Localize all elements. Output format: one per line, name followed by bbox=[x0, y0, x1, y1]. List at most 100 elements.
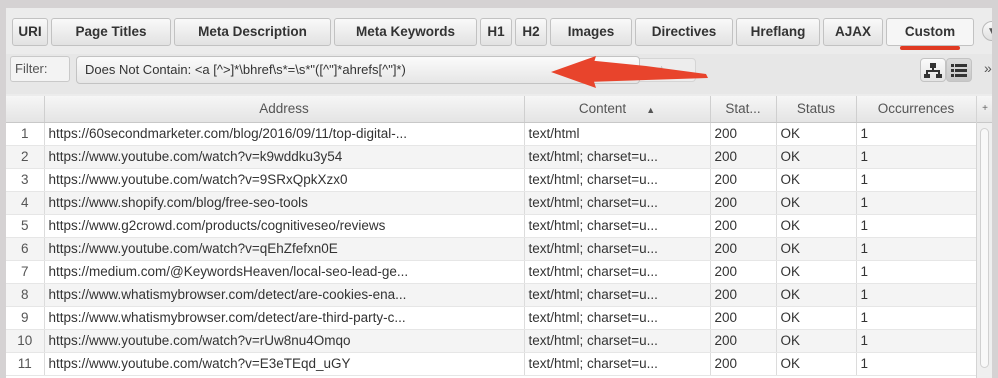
address-cell: https://www.whatismybrowser.com/detect/a… bbox=[44, 283, 525, 307]
tab-custom[interactable]: Custom bbox=[886, 18, 974, 46]
active-tab-underline bbox=[900, 46, 960, 50]
results-table: Address Content ▲ Stat... Status Occurren… bbox=[6, 96, 992, 378]
row-index: 2 bbox=[6, 145, 45, 169]
row-index: 8 bbox=[6, 283, 45, 307]
status-cell: OK bbox=[776, 352, 857, 376]
address-cell: https://medium.com/@KeywordsHeaven/local… bbox=[44, 260, 525, 284]
status-cell: OK bbox=[776, 306, 857, 330]
occurrences-cell: 1 bbox=[856, 283, 977, 307]
column-header-status[interactable]: Status bbox=[776, 96, 857, 123]
content-type-cell: text/html bbox=[524, 122, 711, 146]
table-row[interactable]: 11 https://www.youtube.com/watch?v=E3eTEq… bbox=[6, 352, 977, 376]
tab-ajax[interactable]: AJAX bbox=[823, 18, 883, 46]
column-header-index[interactable] bbox=[6, 96, 45, 123]
column-header-occurrences[interactable]: Occurrences bbox=[856, 96, 977, 123]
address-cell: https://www.youtube.com/watch?v=qEhZfefx… bbox=[44, 237, 525, 261]
status-code-cell: 200 bbox=[710, 237, 777, 261]
row-index: 5 bbox=[6, 214, 45, 238]
tab-hreflang[interactable]: Hreflang bbox=[736, 18, 820, 46]
table-row[interactable]: 7 https://medium.com/@KeywordsHeaven/loca… bbox=[6, 260, 977, 284]
double-chevron-right-icon[interactable]: » bbox=[984, 60, 992, 76]
table-row[interactable]: 8 https://www.whatismybrowser.com/detect/… bbox=[6, 283, 977, 307]
column-header-status-code[interactable]: Stat... bbox=[710, 96, 777, 123]
content-type-cell: text/html; charset=u... bbox=[524, 168, 711, 192]
content-type-cell: text/html; charset=u... bbox=[524, 352, 711, 376]
tab-images[interactable]: Images bbox=[550, 18, 632, 46]
table-row[interactable]: 2 https://www.youtube.com/watch?v=k9wddku… bbox=[6, 145, 977, 169]
status-code-cell: 200 bbox=[710, 122, 777, 146]
chevron-down-icon: ▼ bbox=[987, 26, 992, 37]
column-header-address[interactable]: Address bbox=[44, 96, 525, 123]
tab-uri[interactable]: URI bbox=[12, 18, 48, 46]
column-header-content-label: Content bbox=[578, 101, 627, 117]
row-index: 6 bbox=[6, 237, 45, 261]
column-chooser-icon[interactable]: + bbox=[977, 96, 992, 123]
row-index: 3 bbox=[6, 168, 45, 192]
row-index: 9 bbox=[6, 306, 45, 330]
occurrences-cell: 1 bbox=[856, 352, 977, 376]
content-type-cell: text/html; charset=u... bbox=[524, 329, 711, 353]
table-header-row: Address Content ▲ Stat... Status Occurren… bbox=[6, 96, 977, 123]
address-cell: https://60secondmarketer.com/blog/2016/0… bbox=[44, 122, 525, 146]
status-code-cell: 200 bbox=[710, 191, 777, 215]
status-code-cell: 200 bbox=[710, 260, 777, 284]
status-cell: OK bbox=[776, 214, 857, 238]
hierarchy-icon bbox=[924, 63, 942, 78]
content-type-cell: text/html; charset=u... bbox=[524, 214, 711, 238]
occurrences-cell: 1 bbox=[856, 237, 977, 261]
tab-h2[interactable]: H2 bbox=[515, 18, 547, 46]
list-view-button[interactable] bbox=[946, 58, 972, 82]
occurrences-cell: 1 bbox=[856, 306, 977, 330]
status-cell: OK bbox=[776, 260, 857, 284]
content-type-cell: text/html; charset=u... bbox=[524, 260, 711, 284]
filter-label: Filter: bbox=[10, 56, 70, 82]
status-code-cell: 200 bbox=[710, 168, 777, 192]
content-type-cell: text/html; charset=u... bbox=[524, 283, 711, 307]
status-code-cell: 200 bbox=[710, 214, 777, 238]
status-cell: OK bbox=[776, 168, 857, 192]
table-row[interactable]: 6 https://www.youtube.com/watch?v=qEhZfef… bbox=[6, 237, 977, 261]
address-cell: https://www.youtube.com/watch?v=rUw8nu4O… bbox=[44, 329, 525, 353]
table-row[interactable]: 3 https://www.youtube.com/watch?v=9SRxQpk… bbox=[6, 168, 977, 192]
content-type-cell: text/html; charset=u... bbox=[524, 191, 711, 215]
tab-meta-keywords[interactable]: Meta Keywords bbox=[334, 18, 477, 46]
occurrences-cell: 1 bbox=[856, 260, 977, 284]
content-type-cell: text/html; charset=u... bbox=[524, 237, 711, 261]
vertical-scrollbar[interactable]: + bbox=[976, 96, 992, 378]
occurrences-cell: 1 bbox=[856, 168, 977, 192]
status-cell: OK bbox=[776, 145, 857, 169]
occurrences-cell: 1 bbox=[856, 329, 977, 353]
status-cell: OK bbox=[776, 122, 857, 146]
status-cell: OK bbox=[776, 329, 857, 353]
address-cell: https://www.youtube.com/watch?v=9SRxQpkX… bbox=[44, 168, 525, 192]
filter-dropdown[interactable]: Does Not Contain: <a [^>]*\bhref\s*=\s*"… bbox=[76, 56, 640, 84]
occurrences-cell: 1 bbox=[856, 191, 977, 215]
table-row[interactable]: 9 https://www.whatismybrowser.com/detect/… bbox=[6, 306, 977, 330]
row-index: 7 bbox=[6, 260, 45, 284]
table-row[interactable]: 4 https://www.shopify.com/blog/free-seo-t… bbox=[6, 191, 977, 215]
scrollbar-thumb[interactable] bbox=[980, 128, 989, 368]
content-type-cell: text/html; charset=u... bbox=[524, 145, 711, 169]
tab-h1[interactable]: H1 bbox=[480, 18, 512, 46]
row-index: 11 bbox=[6, 352, 45, 376]
filter-row: Filter: Export Does Not Contain: <a [^>]… bbox=[6, 54, 992, 94]
tab-page-titles[interactable]: Page Titles bbox=[51, 18, 171, 46]
table-row[interactable]: 10 https://www.youtube.com/watch?v=rUw8nu… bbox=[6, 329, 977, 353]
list-icon bbox=[951, 64, 967, 77]
tab-directives[interactable]: Directives bbox=[635, 18, 733, 46]
tree-view-button[interactable] bbox=[920, 58, 946, 82]
table-row[interactable]: 1 https://60secondmarketer.com/blog/2016/… bbox=[6, 122, 977, 146]
address-cell: https://www.g2crowd.com/products/cogniti… bbox=[44, 214, 525, 238]
status-cell: OK bbox=[776, 191, 857, 215]
column-header-content[interactable]: Content ▲ bbox=[524, 96, 711, 123]
status-cell: OK bbox=[776, 283, 857, 307]
address-cell: https://www.shopify.com/blog/free-seo-to… bbox=[44, 191, 525, 215]
tab-meta-description[interactable]: Meta Description bbox=[174, 18, 331, 46]
table-row[interactable]: 5 https://www.g2crowd.com/products/cognit… bbox=[6, 214, 977, 238]
occurrences-cell: 1 bbox=[856, 145, 977, 169]
app-window: URI Page Titles Meta Description Meta Ke… bbox=[6, 8, 992, 378]
tab-bar: URI Page Titles Meta Description Meta Ke… bbox=[6, 18, 992, 50]
sort-ascending-icon: ▲ bbox=[646, 105, 656, 116]
address-cell: https://www.youtube.com/watch?v=k9wddku3… bbox=[44, 145, 525, 169]
tab-overflow-menu[interactable]: ▼ bbox=[982, 21, 992, 41]
